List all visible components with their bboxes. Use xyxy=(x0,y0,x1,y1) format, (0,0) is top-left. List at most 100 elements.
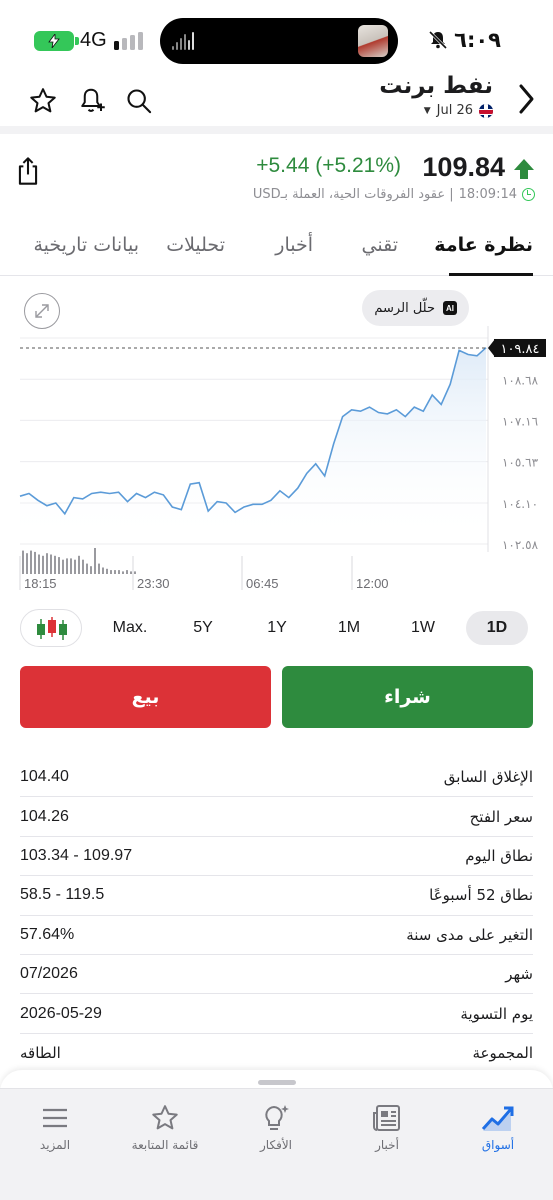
quote-info-line: 18:09:14 | عقود الفروقات الحية، العملة ب… xyxy=(253,187,535,202)
stat-row-52-week-range: 58.5 - 119.5 نطاق 52 أسبوعًا xyxy=(20,876,533,916)
search-icon[interactable] xyxy=(122,84,156,118)
stat-row-previous-close: 104.40 الإغلاق السابق xyxy=(20,758,533,798)
volume-bar xyxy=(74,559,76,574)
clock-icon xyxy=(522,188,535,201)
stat-label: شهر xyxy=(505,965,533,984)
bell-add-icon[interactable] xyxy=(74,84,108,118)
key-stats-list: 104.40 الإغلاق السابق 104.26 سعر الفتح 103… xyxy=(20,758,533,1074)
stat-label: نطاق 52 أسبوعًا xyxy=(429,886,533,905)
y-tick-label: ١٠٢.٥٨ xyxy=(502,538,539,552)
stat-value: 103.34 - 109.97 xyxy=(20,846,133,864)
contract-selector[interactable]: ▼ Jul 26 xyxy=(424,103,493,118)
range-1y-button[interactable]: 1Y xyxy=(252,611,302,645)
volume-bar xyxy=(66,558,68,574)
uk-flag-icon xyxy=(479,103,493,118)
ideas-bulb-icon xyxy=(265,1105,289,1130)
range-1m-button[interactable]: 1M xyxy=(324,611,374,645)
x-tick-label: 06:45 xyxy=(246,576,279,591)
x-tick-label: 12:00 xyxy=(356,576,389,591)
instrument-title: نفط برنت xyxy=(379,73,493,99)
analyze-chart-label: حلّل الرسم xyxy=(374,300,435,316)
nav-watchlist[interactable]: قائمة المتابعة xyxy=(110,1103,220,1152)
volume-bar xyxy=(90,566,92,574)
volume-bar xyxy=(34,551,36,574)
y-tick-label: ١٠٨.٦٨ xyxy=(502,373,539,387)
volume-bar xyxy=(86,563,88,574)
audio-wave-icon xyxy=(172,32,196,50)
nav-more[interactable]: المزيد xyxy=(0,1103,110,1152)
current-price: 109.84 xyxy=(422,152,505,182)
quote-block: +5.44 (+5.21%) 109.84 18:09:14 | عقود ال… xyxy=(0,134,553,214)
tab-technical[interactable]: تقني xyxy=(362,234,398,256)
quote-timestamp: 18:09:14 xyxy=(458,187,517,202)
top-nav: نفط برنت ▼ Jul 26 xyxy=(0,70,553,126)
stat-label: الإغلاق السابق xyxy=(443,768,533,787)
stat-value: 104.40 xyxy=(20,768,69,786)
stat-row-open: 104.26 سعر الفتح xyxy=(20,797,533,837)
nav-label: أسواق xyxy=(481,1138,515,1152)
dropdown-caret-icon: ▼ xyxy=(423,105,431,116)
volume-bar xyxy=(134,571,136,574)
range-5y-button[interactable]: 5Y xyxy=(178,611,228,645)
stat-value: الطاقه xyxy=(20,1043,61,1062)
stat-value: 07/2026 xyxy=(20,965,78,983)
volume-bar xyxy=(54,555,56,574)
stat-label: نطاق اليوم xyxy=(465,846,533,865)
status-time: ٦:٠٩ xyxy=(454,28,501,52)
volume-bar xyxy=(110,570,112,574)
volume-bar xyxy=(38,554,40,574)
analyze-chart-button[interactable]: AI حلّل الرسم xyxy=(362,290,469,326)
bottom-nav: أسواق أخبار الأفكار قائمة المتابعة المزي… xyxy=(0,1088,553,1200)
volume-bar xyxy=(114,570,116,574)
stat-label: يوم التسوية xyxy=(460,1004,533,1023)
share-icon[interactable] xyxy=(14,156,42,190)
y-tick-label: ١٠٥.٦٣ xyxy=(502,456,539,470)
sheet-handle[interactable] xyxy=(258,1080,296,1085)
stat-value: 104.26 xyxy=(20,807,69,825)
x-tick-label: 23:30 xyxy=(137,576,170,591)
candlestick-toggle[interactable] xyxy=(20,609,82,647)
star-icon[interactable] xyxy=(26,84,60,118)
watchlist-star-icon xyxy=(152,1105,178,1130)
volume-bar xyxy=(30,550,32,574)
current-price-tag-pointer xyxy=(488,338,495,357)
range-1d-button[interactable]: 1D xyxy=(466,611,528,645)
volume-bar xyxy=(50,554,52,574)
nav-markets[interactable]: أسواق xyxy=(443,1103,553,1152)
signal-icon xyxy=(114,30,144,50)
volume-bar xyxy=(58,557,60,574)
volume-bar xyxy=(82,559,84,574)
tab-analysis[interactable]: تحليلات xyxy=(166,234,225,256)
volume-bar xyxy=(126,570,128,574)
battery-tip xyxy=(75,37,79,45)
volume-bar xyxy=(70,558,72,574)
range-1w-button[interactable]: 1W xyxy=(398,611,448,645)
current-price-label: ١٠٩.٨٤ xyxy=(500,342,539,357)
news-icon xyxy=(373,1105,400,1131)
volume-bar xyxy=(26,553,28,574)
price-chart[interactable]: ١٠٩.٨٤ ١٠٨.٦٨ ١٠٧.١٦ ١٠٥.٦٣ ١٠٤.١٠ ١٠٢.٥٨ 18:1… xyxy=(0,322,553,602)
volume-bar xyxy=(46,553,48,574)
nav-ideas[interactable]: الأفكار xyxy=(221,1103,331,1152)
y-tick-label: ١٠٤.١٠ xyxy=(502,497,538,511)
sell-button[interactable]: بيع xyxy=(20,666,271,728)
range-max-button[interactable]: Max. xyxy=(103,611,157,645)
header-divider xyxy=(0,126,553,134)
stat-row-1y-change: 57.64% التغير على مدى سنة xyxy=(20,916,533,955)
nav-news[interactable]: أخبار xyxy=(332,1103,442,1152)
volume-bar xyxy=(102,567,104,574)
price-change: +5.44 (+5.21%) xyxy=(256,154,401,177)
back-chevron-icon[interactable] xyxy=(509,82,543,116)
active-tab-indicator xyxy=(449,273,533,276)
more-menu-icon xyxy=(43,1108,67,1128)
stat-row-settlement-day: 2026-05-29 يوم التسوية xyxy=(20,994,533,1034)
tab-historical-data[interactable]: بيانات تاريخية xyxy=(33,234,139,256)
x-tick-label: 18:15 xyxy=(24,576,57,591)
volume-bar xyxy=(94,548,96,574)
tab-news[interactable]: أخبار xyxy=(275,234,313,256)
price-area xyxy=(20,347,486,544)
buy-button[interactable]: شراء xyxy=(282,666,533,728)
tab-overview[interactable]: نظرة عامة xyxy=(434,234,533,256)
dynamic-island[interactable] xyxy=(160,18,398,64)
stat-label: المجموعة xyxy=(472,1043,533,1062)
